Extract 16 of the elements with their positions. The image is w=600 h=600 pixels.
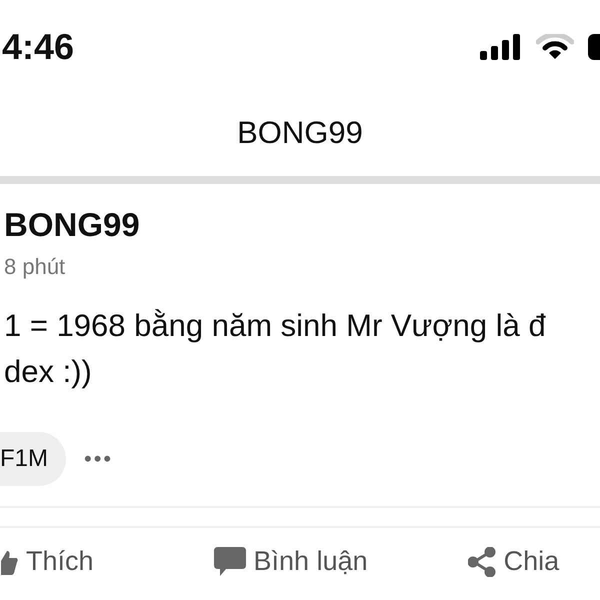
wifi-icon [536, 34, 574, 60]
share-icon [468, 546, 496, 576]
tag-chip[interactable]: F1M [0, 432, 66, 486]
page-title: BONG99 [237, 115, 363, 151]
more-button[interactable]: ••• [84, 446, 114, 472]
comment-button[interactable]: Bình luận [214, 546, 368, 577]
like-button[interactable]: Thích [0, 546, 94, 577]
author-name[interactable]: BONG99 [4, 206, 140, 244]
thumbs-up-icon [0, 548, 18, 574]
signal-icon [480, 34, 522, 60]
speech-bubble-icon [214, 546, 246, 576]
status-time: 4:46 [2, 26, 74, 68]
post-time: 8 phút [4, 255, 66, 279]
post-text: 1 = 1968 bằng năm sinh Mr Vượng là đ [4, 307, 546, 345]
share-button[interactable]: Chia [468, 546, 560, 577]
post-text: dex :)) [4, 353, 92, 391]
